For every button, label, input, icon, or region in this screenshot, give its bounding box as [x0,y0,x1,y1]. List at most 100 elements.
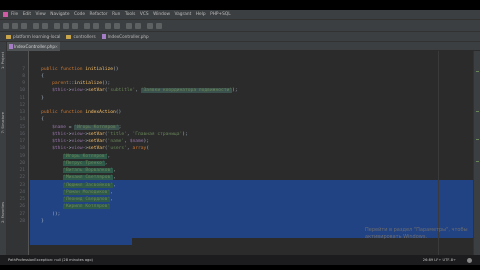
debug-icon[interactable] [135,23,141,29]
line-number: 11 [19,95,25,101]
find-icon[interactable] [84,23,90,29]
screen: File Edit View Navigate Code Refactor Run Tools… [0,0,480,270]
line-number: 23 [19,182,25,188]
scroll-marker[interactable] [476,161,479,162]
breadcrumb-item-file[interactable]: IndexController.php [101,34,149,39]
back-icon[interactable] [105,23,111,29]
code-line-25: 'Леонид Свердлов', [63,197,114,202]
code-line-11: } [30,95,44,101]
line-number: 8 [22,73,25,79]
status-message[interactable]: PathProfessionException: null (28 minute… [8,258,93,262]
code-line-16: $this->view->setVar('title', 'Главная ст… [52,131,188,137]
menu-item-vcs[interactable]: VCS [140,10,149,20]
code-line-27: )); [30,211,61,217]
right-margin-guide [438,51,439,256]
copy-icon[interactable] [63,23,69,29]
paste-icon[interactable] [72,23,78,29]
folder-icon [66,34,72,39]
run-icon[interactable] [126,23,132,29]
code-line-9: parent::initialize(); [52,81,111,86]
code-line-7: public function initialize() [41,66,119,72]
structure-tool-tab[interactable]: 7: Structure [1,112,5,133]
line-number: 9 [22,81,25,86]
replace-icon[interactable] [93,23,99,29]
left-tool-strip: 1: Project 7: Structure 2: Favorites [0,42,7,256]
help-icon[interactable] [156,23,162,29]
toolbar [0,20,480,32]
code-line-23: 'Людмил Засвойков', [63,182,116,188]
menu-item-vagrant[interactable]: Vagrant [175,10,192,20]
editor-tabs: IndexController.php × [7,42,480,51]
code-line-8: { [30,73,44,79]
settings-gear-icon[interactable] [467,258,472,263]
breadcrumb-item-project[interactable]: platform learning-local [6,34,60,39]
line-number: 22 [19,175,25,181]
forward-icon[interactable] [114,23,120,29]
menu-item-help[interactable]: Help [196,10,206,20]
code-editor[interactable]: public function initialize() { parent::i… [30,51,473,256]
menu-item-php-sql[interactable]: PHP+SQL [210,10,231,20]
line-number: 28 [19,218,25,224]
menu-item-refactor[interactable]: Refactor [90,10,108,20]
redo-icon[interactable] [42,23,48,29]
breadcrumb-item-controllers[interactable]: controllers [66,34,96,39]
breadcrumb: platform learning-local controllers Inde… [0,32,480,42]
menu-bar: File Edit View Navigate Code Refactor Run Tools… [0,10,480,20]
menu-item-run[interactable]: Run [112,10,120,20]
phpstorm-app-icon [3,12,8,17]
undo-icon[interactable] [33,23,39,29]
code-line-20: 'Петрус Тренко', [63,160,108,166]
ide-window: File Edit View Navigate Code Refactor Run Tools… [0,10,480,260]
activate-windows-watermark: Перейти в раздел "Параметры", чтобы акти… [365,227,468,240]
line-number: 25 [19,197,25,202]
cursor-position[interactable]: 26:89 LF÷ UTF-8÷ [423,255,456,265]
menu-item-view[interactable]: View [36,10,46,20]
php-file-icon [101,34,106,39]
line-number-gutter: 7 8 9 10 11 12 13 14 15 16 17 18 19 20 21 22 23 24 25 26 27 2… [7,51,29,256]
scroll-marker[interactable] [476,139,479,140]
code-line-14: { [30,117,44,123]
scroll-marker[interactable] [476,71,479,72]
line-number: 20 [19,160,25,166]
right-scroll-markers[interactable] [473,51,480,256]
code-line-17: $this->view->setVar('name', $name); [52,139,150,144]
line-number: 19 [19,153,25,159]
code-line-24: 'Роман Молодиков', [63,189,114,195]
project-tool-tab[interactable]: 1: Project [1,52,5,69]
tab-indexcontroller[interactable]: IndexController.php × [7,42,60,51]
sync-icon[interactable] [21,23,27,29]
favorites-tool-tab[interactable]: 2: Favorites [1,202,5,223]
line-number: 16 [19,131,25,137]
code-line-28: } [30,218,44,224]
selection-highlight [30,237,132,245]
menu-item-window[interactable]: Window [153,10,170,20]
close-tab-icon[interactable]: × [55,42,58,51]
php-file-icon [9,44,13,49]
code-line-21: 'Виталь Ворвалков', [63,168,116,173]
code-line-26: 'Кирилл Котляров' [63,204,111,210]
code-line-15: $name = 'Игорь Котляров'; [52,124,122,130]
save-icon[interactable] [12,23,18,29]
status-bar: PathProfessionException: null (28 minute… [0,255,480,265]
menu-item-navigate[interactable]: Navigate [50,10,69,20]
open-folder-icon[interactable] [3,23,9,29]
line-number: 14 [19,117,25,123]
code-line-19: 'Игорь Котляров', [63,153,111,159]
line-number: 18 [19,146,25,152]
line-number: 15 [19,124,25,130]
menu-item-edit[interactable]: Edit [23,10,31,20]
menu-item-tools[interactable]: Tools [125,10,136,20]
code-line-10: $this->view->setVar('subtitle', 'Заявки … [52,88,238,94]
settings-icon[interactable] [147,23,153,29]
menu-item-code[interactable]: Code [74,10,85,20]
scroll-marker[interactable] [476,111,479,112]
folder-icon [6,34,11,39]
line-number: 17 [19,139,25,144]
cut-icon[interactable] [54,23,60,29]
line-number: 12 [19,102,25,108]
line-number: 21 [19,168,25,173]
line-number: 27 [19,211,25,217]
code-line-13: public function indexAction() [41,110,122,115]
code-line-22: 'Михаил Светляров', [63,175,116,181]
menu-item-file[interactable]: File [11,10,18,20]
